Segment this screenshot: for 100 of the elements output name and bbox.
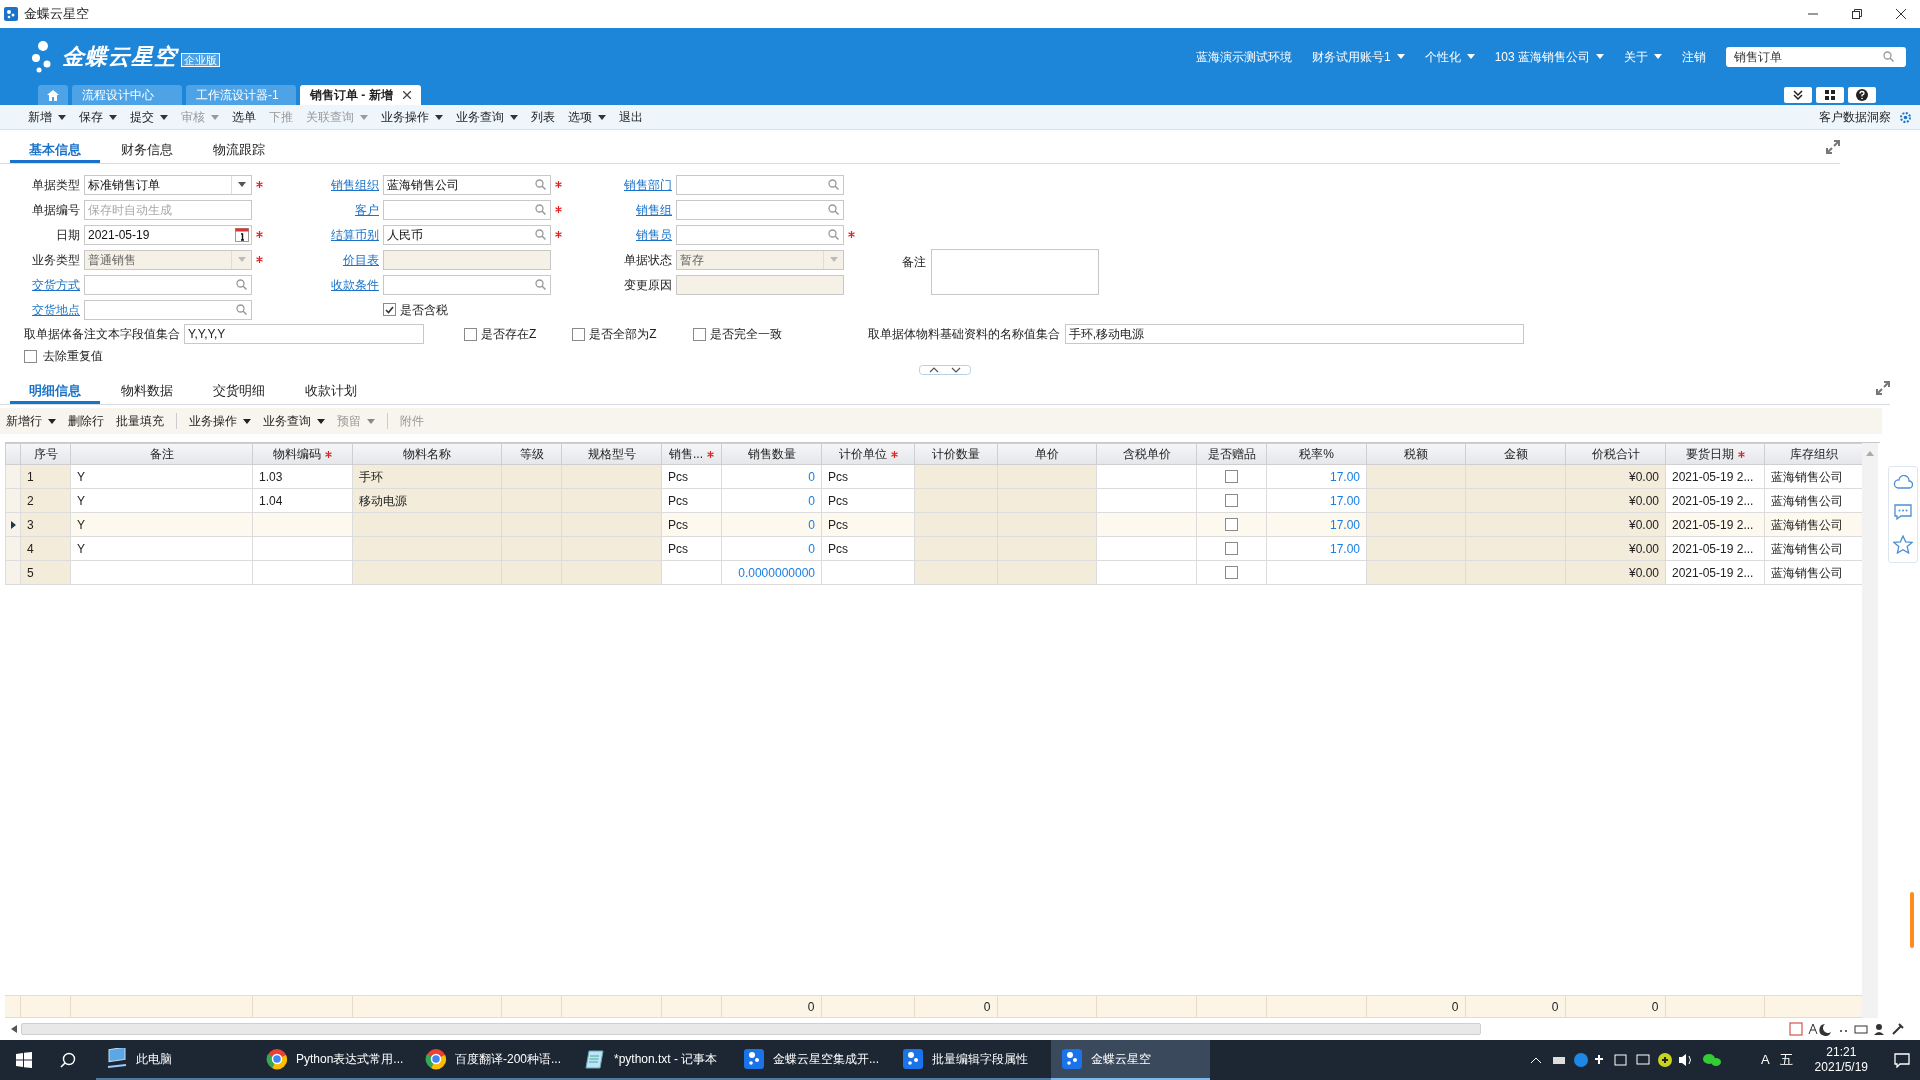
tab[interactable]: 物料数据 — [102, 380, 192, 404]
collapse-toggle-icon[interactable] — [919, 365, 971, 375]
input-field[interactable] — [84, 299, 252, 320]
checkbox[interactable] — [1225, 542, 1238, 555]
checkbox[interactable] — [1225, 518, 1238, 531]
toolbar-button[interactable]: 保存 — [79, 108, 117, 126]
chevron-up-icon[interactable] — [1530, 1057, 1541, 1063]
toolbar-button[interactable]: 业务查询 — [263, 412, 325, 430]
expand-icon[interactable] — [1876, 381, 1890, 395]
nav-link[interactable]: 注销 — [1682, 47, 1706, 66]
nav-link[interactable]: 103 蓝海销售公司 — [1494, 47, 1604, 66]
nav-link[interactable]: 个性化 — [1424, 47, 1475, 66]
checkbox-option[interactable]: 是否完全一致 — [692, 325, 782, 343]
search-field[interactable]: 销售订单 — [1726, 46, 1906, 67]
checkbox[interactable] — [572, 327, 586, 341]
chat-icon[interactable] — [1893, 503, 1913, 521]
input-field[interactable] — [84, 274, 252, 295]
ime-indicator[interactable]: A — [1760, 1050, 1770, 1070]
checkbox[interactable] — [464, 327, 477, 341]
input-field[interactable] — [676, 199, 844, 220]
taskbar-button[interactable]: Python表达式常用... — [256, 1040, 415, 1080]
page-tab[interactable]: 销售订单 - 新增 — [300, 85, 421, 105]
field-link[interactable]: 交货方式 — [0, 275, 80, 294]
date-field[interactable]: 2021-05-19 — [84, 224, 252, 245]
nav-link[interactable]: 蓝海演示测试环境 — [1195, 47, 1292, 66]
input-field[interactable] — [383, 274, 551, 295]
checkbox-option[interactable]: 是否含税 — [383, 300, 448, 319]
checkbox[interactable] — [1225, 470, 1238, 483]
input-field[interactable]: 手环,移动电源 — [1064, 324, 1524, 344]
toolbar-button[interactable]: 批量填充 — [116, 412, 164, 430]
field-link[interactable]: 销售组 — [588, 200, 672, 219]
expand-icon[interactable] — [1826, 140, 1840, 154]
search-icon[interactable] — [60, 1052, 76, 1068]
clock[interactable]: 21:21 2021/5/19 — [1814, 1045, 1868, 1075]
nav-link[interactable]: 关于 — [1624, 47, 1662, 66]
checkbox-option[interactable]: 去除重复值 — [24, 347, 103, 365]
field-link[interactable]: 结算币别 — [294, 225, 379, 244]
home-tab[interactable] — [38, 85, 68, 105]
restore-icon[interactable] — [1852, 9, 1862, 19]
help-icon[interactable] — [1848, 87, 1876, 103]
taskbar-button[interactable]: 此电脑 — [96, 1040, 256, 1080]
toolbar-button[interactable]: 退出 — [619, 108, 643, 126]
toolbar-link[interactable]: 客户数据洞察 — [1819, 108, 1891, 126]
input-field[interactable] — [383, 199, 551, 220]
checkbox[interactable] — [1225, 494, 1238, 507]
tab[interactable]: 交货明细 — [194, 380, 284, 404]
start-icon[interactable] — [16, 1052, 32, 1068]
taskbar-button[interactable]: 金蝶云星空 — [1051, 1040, 1210, 1080]
collapse-icon[interactable] — [1784, 87, 1812, 103]
close-icon[interactable] — [402, 91, 411, 99]
star-icon[interactable] — [1893, 535, 1913, 554]
toolbar-button[interactable]: 提交 — [130, 108, 168, 126]
scroll-left-icon[interactable] — [11, 1025, 17, 1033]
grid-icon[interactable] — [1816, 87, 1844, 103]
toolbar-button[interactable]: 业务操作 — [381, 108, 443, 126]
input-field[interactable] — [676, 224, 844, 245]
input-field[interactable]: 蓝海销售公司 — [383, 174, 551, 195]
scrollbar-thumb[interactable] — [21, 1023, 1481, 1035]
input-field[interactable]: 人民币 — [383, 224, 551, 245]
tab[interactable]: 收款计划 — [286, 380, 376, 404]
toolbar-button[interactable]: 新增行 — [6, 412, 56, 430]
input-field[interactable]: 保存时自动生成 — [84, 199, 252, 220]
tab[interactable]: 财务信息 — [102, 139, 192, 163]
taskbar-button[interactable]: 金蝶云星空集成开... — [733, 1040, 892, 1080]
settings-icon[interactable] — [1899, 110, 1912, 124]
cloud-icon[interactable] — [1893, 475, 1913, 489]
toolbar-button[interactable]: 新增 — [28, 108, 66, 126]
input-field[interactable] — [676, 174, 844, 195]
checkbox[interactable] — [1225, 566, 1238, 579]
row-header[interactable] — [5, 512, 21, 537]
input-field[interactable]: Y,Y,Y,Y — [184, 324, 424, 344]
toolbar-button[interactable]: 选项 — [568, 108, 606, 126]
checkbox[interactable] — [692, 327, 706, 341]
checkbox-option[interactable]: 是否全部为Z — [572, 325, 657, 343]
checkbox-option[interactable]: 是否存在Z — [464, 325, 537, 343]
field-link[interactable]: 销售组织 — [294, 175, 379, 194]
toolbar-button[interactable]: 业务查询 — [456, 108, 518, 126]
field-link[interactable]: 交货地点 — [0, 300, 80, 319]
dropdown-field[interactable]: 标准销售订单 — [84, 174, 252, 195]
taskbar-button[interactable]: 批量编辑字段属性 — [892, 1040, 1051, 1080]
tab[interactable]: 明细信息 — [10, 380, 100, 404]
toolbar-button[interactable]: 选单 — [232, 108, 256, 126]
field-link[interactable]: 销售部门 — [588, 175, 672, 194]
field-link[interactable]: 客户 — [294, 200, 379, 219]
close-icon[interactable] — [1896, 9, 1906, 19]
vertical-scrollbar[interactable] — [1862, 443, 1878, 1018]
field-link[interactable]: 收款条件 — [294, 275, 379, 294]
toolbar-button[interactable]: 删除行 — [68, 412, 104, 430]
checkbox[interactable] — [383, 303, 396, 316]
nav-link[interactable]: 财务试用账号1 — [1311, 47, 1405, 66]
checkbox[interactable] — [24, 349, 37, 363]
field-link[interactable]: 销售员 — [588, 225, 672, 244]
notification-icon[interactable] — [1894, 1052, 1910, 1068]
tab[interactable]: 基本信息 — [10, 139, 100, 163]
taskbar-button[interactable]: *python.txt - 记事本 — [574, 1040, 733, 1080]
tab[interactable]: 物流跟踪 — [194, 139, 284, 163]
remark-field[interactable] — [931, 249, 1099, 295]
toolbar-button[interactable]: 列表 — [531, 108, 555, 126]
ime-indicator[interactable]: 五 — [1779, 1050, 1793, 1070]
taskbar-button[interactable]: 百度翻译-200种语... — [415, 1040, 574, 1080]
